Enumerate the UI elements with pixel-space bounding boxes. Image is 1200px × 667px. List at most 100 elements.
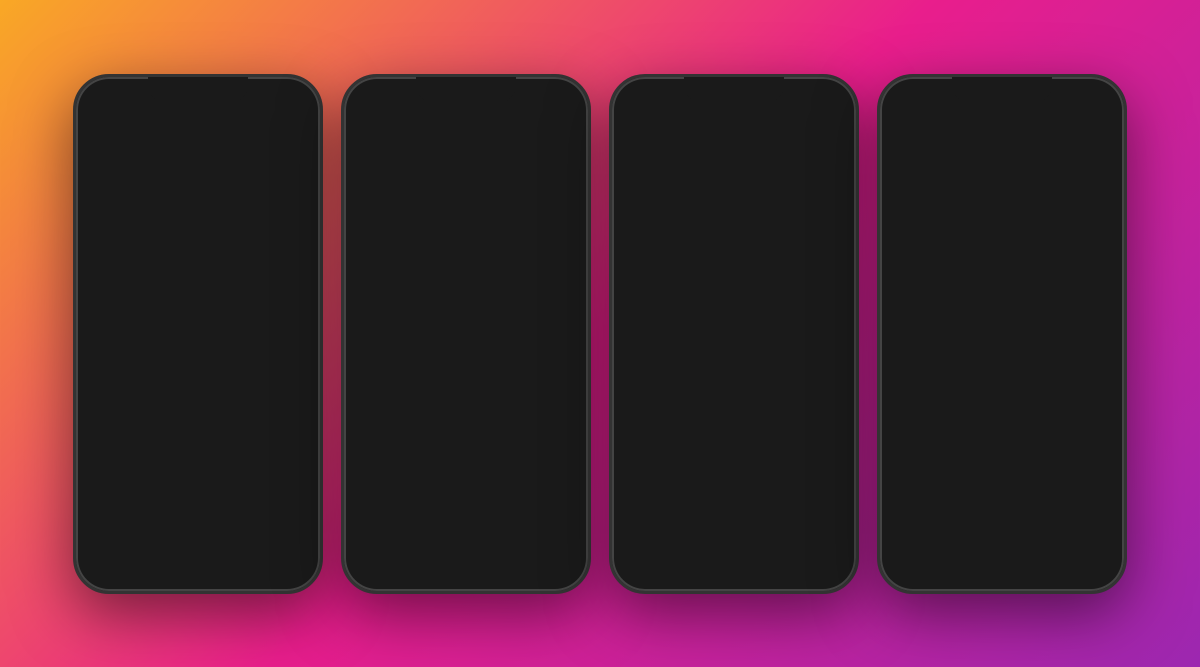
content-type-title-2: Content Type: [345, 167, 587, 191]
reel-hero-3: 😊: [613, 78, 855, 208]
legend-followers-2: ● Followers: [357, 289, 409, 298]
reel-count-1: 2.3K: [360, 403, 377, 412]
reel-item-3[interactable]: 👩🏾 1K Apr 19: [477, 343, 533, 424]
reel-info-3: My skincare and beauty essentials! ✨ kai…: [613, 208, 855, 276]
top-posts-label: Top Posts: [345, 428, 587, 453]
reel-item-2[interactable]: 👩🏾 1.1K Apr 25: [417, 343, 473, 424]
stat-row-comments-4: Comments 313: [893, 355, 1111, 378]
battery-icon-2: ▊: [562, 86, 569, 97]
bar-label-posts-2: Posts: [357, 227, 412, 237]
stat-label-likes-3: Likes: [625, 375, 651, 387]
stat-label-plays-3: Plays: [625, 328, 652, 340]
screen-content-1: 14,236 Accounts Reached +7.3% vs Apr 12 …: [77, 167, 319, 590]
non-followers-lbl: ● Non-Followers: [150, 403, 209, 412]
reel-item-4[interactable]: 👩🏾 900 Apr...: [537, 343, 587, 424]
reel-count-2: 1.1K: [420, 403, 437, 412]
screen-content-3: My skincare and beauty essentials! ✨ kai…: [613, 208, 855, 590]
reel-audio-3: kaiblue · Original Audio · ✨ Luminous: [625, 246, 843, 257]
reel-item-1[interactable]: 👩🏾 2.3K Apr 23: [357, 343, 413, 424]
nav-title-1: Reach: [169, 112, 214, 129]
bar-live-2: Live Videos 1,576: [357, 266, 575, 276]
non-followers-val: 2,135: [163, 388, 196, 403]
content-type-sub-2: Based on reach: [345, 191, 587, 208]
reach-info-icon-4[interactable]: i: [932, 268, 944, 280]
nav-title-2: Reach: [437, 112, 482, 129]
reel-thumb-4: 👩🏾 900: [537, 343, 587, 415]
live-hero-4: 👩🏾‍🍳: [881, 78, 1123, 218]
bar-val-live-2: 1,576: [545, 266, 575, 276]
date-range-2: Apr 19 - Apr 25: [508, 146, 575, 157]
bar-posts-2: Posts 3,451: [357, 227, 575, 237]
insights-info-icon-3[interactable]: i: [703, 283, 715, 295]
stat-label-peak-4: Peak Concurrent Viewers: [893, 313, 1018, 325]
live-title-4: Join me for my Daily Routine! 🌤: [893, 226, 1111, 240]
followers-pie-label: 12,101 ● Followers: [89, 388, 130, 412]
followers-subtitle: Based on reach: [77, 271, 319, 288]
live-stats-4: Reach i Accounts Reached 3,222 Peak Conc…: [881, 261, 1123, 407]
info-button-1[interactable]: ⓘ: [287, 111, 305, 129]
status-bar-1: 9:41 ▪▪▪ WiFi ▊: [77, 78, 319, 106]
followers-title: Followers and Non-Followers: [77, 247, 319, 271]
signal-icon: ▪▪▪: [260, 87, 270, 97]
interactions-info-icon-3[interactable]: i: [725, 353, 737, 365]
bar-stories-2: Stories 2,407: [357, 253, 575, 263]
live-face-4: 👩🏾‍🍳: [971, 118, 1033, 177]
bar-label-reels-1: Reels: [89, 487, 144, 497]
stat-row-comments-3: Comments 372: [625, 393, 843, 416]
pie-chart-section: [77, 288, 319, 384]
bar-track-reels-2: [416, 214, 541, 224]
bar-label-reels-2: Reels: [357, 214, 412, 224]
filter-label-2: Last 7 Days ▾: [365, 145, 432, 158]
content-type-sub-1: Based on reach: [77, 466, 319, 483]
bar-val-igtv-2: 2,702: [545, 240, 575, 250]
stat-row-accounts-3: Accounts Reached 8,222: [625, 300, 843, 323]
back-button-2[interactable]: ‹: [359, 110, 365, 131]
reel-date-2: Apr 25: [435, 415, 456, 424]
reel-title-3: My skincare and beauty essentials! ✨: [625, 216, 843, 244]
accounts-reached-block: 14,236 Accounts Reached +7.3% vs Apr 12 …: [77, 167, 319, 247]
legend-row-2: ● Followers ● Non-Followers: [345, 285, 587, 304]
status-bar-2: 9:41 ▪▪▪ WiFi ▊: [345, 78, 587, 106]
chart-section-2: Reels 5,301 Posts 3,451 IGTV Videos: [345, 208, 587, 285]
stat-value-peak-4: 479: [1093, 313, 1111, 325]
stat-value-comments-4: 313: [1093, 360, 1111, 372]
status-icons-1: ▪▪▪ WiFi ▊: [260, 86, 301, 97]
top-reels-sub: Based on reach: [357, 326, 427, 337]
stat-value-shares-4: 11: [1100, 383, 1111, 395]
reel-date-3: Apr 19: [495, 415, 516, 424]
live-interactions-title-4: Live Interactions i: [893, 337, 1111, 351]
chevron-right-icon[interactable]: ›: [571, 317, 575, 331]
stat-row-shares-4: Shares 11: [893, 378, 1111, 401]
drag-handle-4: [986, 85, 1018, 88]
info-button-2[interactable]: ⓘ: [555, 111, 573, 129]
reel-thumb-2: 👩🏾 1.1K: [417, 343, 473, 415]
date-range-1: Apr 19 - Apr 25: [240, 146, 307, 157]
bar-label-live-2: Live Videos: [357, 266, 412, 276]
live-interactions-info-icon-4[interactable]: i: [991, 338, 1003, 350]
bar-track-igtv-2: [416, 240, 541, 250]
stat-value-accounts-4: 3,222: [1083, 290, 1111, 302]
followers-dot: [357, 290, 363, 296]
period-filter-1[interactable]: Last 7 Days ▾: [89, 142, 172, 161]
stat-value-accounts-3: 8,222: [815, 305, 843, 317]
screen-content-2: Content Type Based on reach Reels 5,301 …: [345, 167, 587, 590]
live-date-4: April 25, 2021 · Duration 25:03: [893, 242, 1111, 252]
reel-face-3: 😊: [703, 113, 765, 172]
stat-label-saves-3: Saves: [625, 444, 656, 456]
back-button-1[interactable]: ‹: [91, 110, 97, 131]
stat-label-comments-3: Comments: [625, 398, 678, 410]
followers-lbl: ● Followers: [89, 403, 130, 412]
legend-non-followers-2: ● Non-Followers: [421, 289, 490, 298]
stat-value-likes-3: 1,112: [816, 375, 843, 387]
bar-track-posts-2: [416, 227, 541, 237]
bar-fill-live-2: [416, 266, 454, 276]
bar-track-reels-1: [148, 487, 273, 497]
phone-1: 9:41 ▪▪▪ WiFi ▊ ‹ Reach ⓘ Last 7 Days ▾ …: [73, 74, 323, 594]
stat-label-accounts-4: Accounts Reached: [893, 290, 985, 302]
reach-title-4: Reach i: [893, 267, 1111, 281]
stat-label-shares-4: Shares: [893, 383, 928, 395]
signal-icon-2: ▪▪▪: [528, 87, 538, 97]
reel-interactions-title-3: Reel Interactions i: [625, 352, 843, 366]
bar-val-posts-2: 3,451: [545, 227, 575, 237]
period-filter-2[interactable]: Last 7 Days ▾: [357, 142, 440, 161]
